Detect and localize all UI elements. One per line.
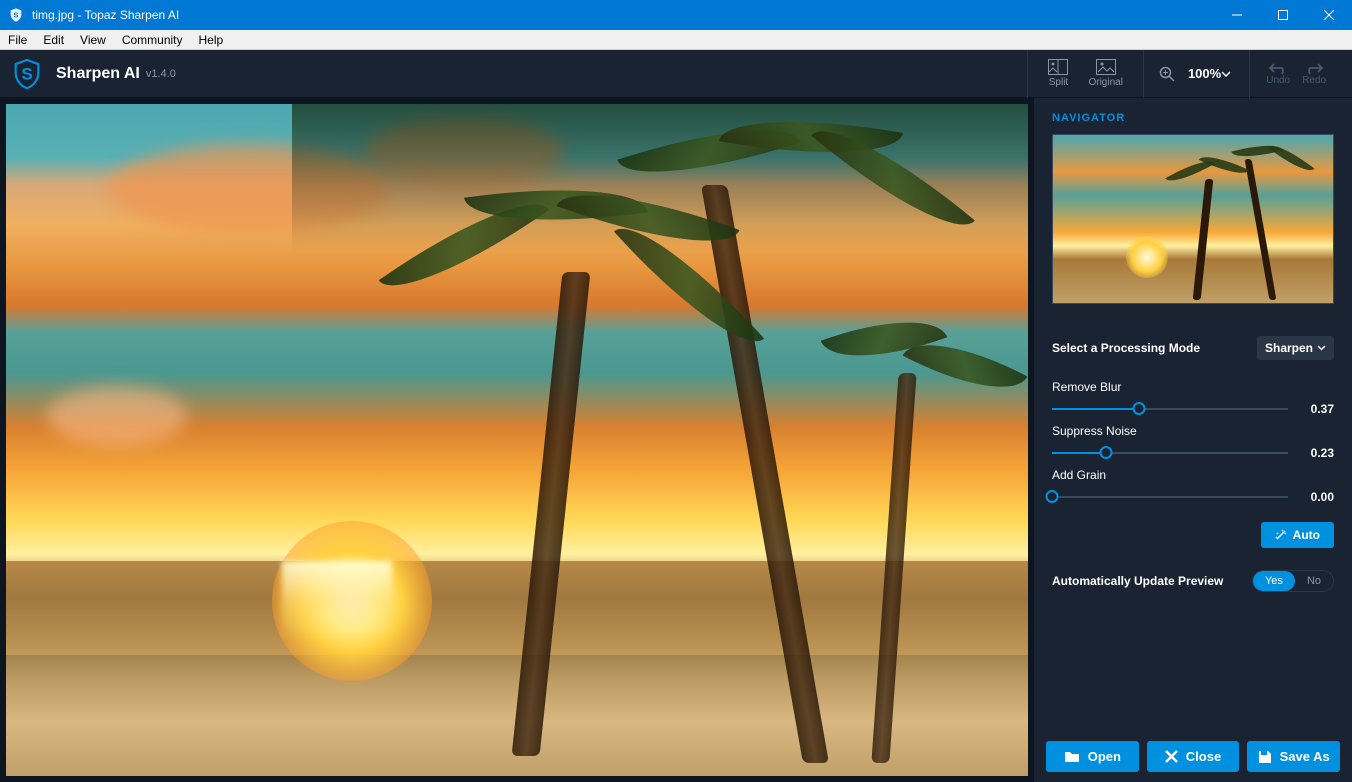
chevron-down-icon bbox=[1317, 345, 1326, 351]
slider-suppress-noise: Suppress Noise 0.23 bbox=[1034, 416, 1352, 460]
close-button[interactable]: Close bbox=[1147, 741, 1240, 772]
content-area: NAVIGATOR Select a Processing Mode Sharp… bbox=[0, 98, 1352, 782]
app-version: v1.4.0 bbox=[146, 68, 176, 80]
wand-icon bbox=[1275, 529, 1287, 541]
app-toolbar: S Sharpen AI v1.4.0 Split Original 100% … bbox=[0, 50, 1352, 98]
zoom-value: 100% bbox=[1188, 66, 1221, 81]
auto-label: Auto bbox=[1293, 528, 1320, 542]
save-as-button[interactable]: Save As bbox=[1247, 741, 1340, 772]
split-label: Split bbox=[1049, 77, 1068, 88]
slider-label: Suppress Noise bbox=[1052, 424, 1334, 438]
canvas-area bbox=[0, 98, 1034, 782]
menu-help[interactable]: Help bbox=[191, 31, 232, 49]
window-titlebar: S timg.jpg - Topaz Sharpen AI bbox=[0, 0, 1352, 30]
processing-mode-label: Select a Processing Mode bbox=[1052, 341, 1200, 355]
menu-bar: File Edit View Community Help bbox=[0, 30, 1352, 50]
slider-label: Remove Blur bbox=[1052, 380, 1334, 394]
zoom-icon[interactable] bbox=[1154, 66, 1180, 82]
auto-button[interactable]: Auto bbox=[1261, 522, 1334, 548]
close-label: Close bbox=[1186, 749, 1221, 764]
toggle-no[interactable]: No bbox=[1295, 571, 1333, 591]
undo-label: Undo bbox=[1266, 75, 1290, 86]
zoom-dropdown[interactable]: 100% bbox=[1180, 62, 1239, 85]
split-icon bbox=[1048, 59, 1068, 75]
maximize-button[interactable] bbox=[1260, 0, 1306, 30]
redo-label: Redo bbox=[1302, 75, 1326, 86]
navigator-header: NAVIGATOR bbox=[1034, 98, 1352, 134]
slider-value: 0.00 bbox=[1300, 490, 1334, 504]
redo-icon bbox=[1304, 61, 1324, 75]
toggle-yes[interactable]: Yes bbox=[1253, 571, 1295, 591]
slider-remove-blur: Remove Blur 0.37 bbox=[1034, 372, 1352, 416]
app-icon: S bbox=[8, 7, 24, 23]
minimize-button[interactable] bbox=[1214, 0, 1260, 30]
slider-track[interactable] bbox=[1052, 452, 1288, 454]
chevron-down-icon bbox=[1221, 71, 1231, 77]
close-window-button[interactable] bbox=[1306, 0, 1352, 30]
sidebar: NAVIGATOR Select a Processing Mode Sharp… bbox=[1034, 98, 1352, 782]
slider-thumb[interactable] bbox=[1133, 402, 1146, 415]
slider-thumb[interactable] bbox=[1046, 490, 1059, 503]
auto-preview-label: Automatically Update Preview bbox=[1052, 574, 1223, 588]
menu-edit[interactable]: Edit bbox=[35, 31, 72, 49]
original-icon bbox=[1096, 59, 1116, 75]
save-icon bbox=[1258, 750, 1272, 764]
navigator-thumbnail[interactable] bbox=[1052, 134, 1334, 304]
menu-view[interactable]: View bbox=[72, 31, 114, 49]
image-canvas[interactable] bbox=[6, 104, 1028, 776]
processing-mode-select[interactable]: Sharpen bbox=[1257, 336, 1334, 360]
slider-add-grain: Add Grain 0.00 bbox=[1034, 460, 1352, 504]
menu-community[interactable]: Community bbox=[114, 31, 191, 49]
slider-track[interactable] bbox=[1052, 496, 1288, 498]
slider-track[interactable] bbox=[1052, 408, 1288, 410]
folder-icon bbox=[1064, 750, 1080, 763]
auto-preview-toggle[interactable]: Yes No bbox=[1252, 570, 1334, 592]
svg-text:S: S bbox=[14, 11, 19, 20]
slider-label: Add Grain bbox=[1052, 468, 1334, 482]
close-icon bbox=[1165, 750, 1178, 763]
original-label: Original bbox=[1088, 77, 1122, 88]
window-title: timg.jpg - Topaz Sharpen AI bbox=[32, 8, 1214, 22]
app-name: Sharpen AI bbox=[56, 65, 140, 83]
save-as-label: Save As bbox=[1280, 749, 1330, 764]
split-view-button[interactable]: Split bbox=[1038, 55, 1078, 92]
logo-shield-icon: S bbox=[10, 57, 44, 91]
original-view-button[interactable]: Original bbox=[1078, 55, 1132, 92]
slider-thumb[interactable] bbox=[1100, 446, 1113, 459]
processing-mode-value: Sharpen bbox=[1265, 341, 1313, 355]
open-label: Open bbox=[1088, 749, 1121, 764]
slider-value: 0.37 bbox=[1300, 402, 1334, 416]
svg-text:S: S bbox=[21, 64, 32, 83]
redo-button[interactable]: Redo bbox=[1302, 61, 1326, 86]
open-button[interactable]: Open bbox=[1046, 741, 1139, 772]
menu-file[interactable]: File bbox=[0, 31, 35, 49]
slider-value: 0.23 bbox=[1300, 446, 1334, 460]
undo-button[interactable]: Undo bbox=[1266, 61, 1290, 86]
undo-icon bbox=[1268, 61, 1288, 75]
